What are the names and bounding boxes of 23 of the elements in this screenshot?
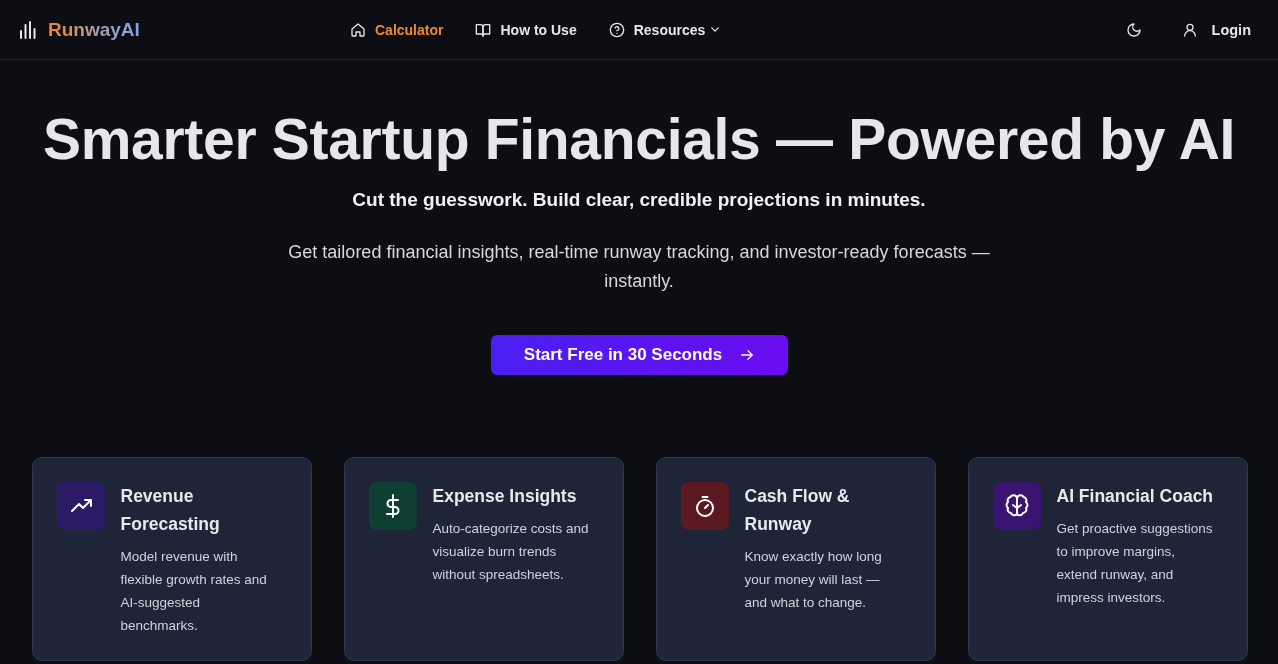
help-icon: [608, 21, 625, 38]
hero-headline: Smarter Startup Financials — Powered by AI: [42, 106, 1236, 173]
start-free-button[interactable]: Start Free in 30 Seconds: [490, 335, 788, 376]
user-icon: [1181, 21, 1198, 38]
feature-title: AI Financial Coach: [1056, 485, 1215, 509]
feature-description: Model revenue with flexible growth rates and AI-suggested benchmarks.: [120, 548, 268, 636]
feature-description: Know exactly how long your money will last — and what to change.: [744, 548, 883, 613]
feature-title: Revenue Forecasting: [120, 485, 221, 537]
hero-subtitle: Cut the guesswork. Build clear, credible projections in minutes.: [352, 188, 926, 213]
nav-link[interactable]: Calculator: [350, 17, 444, 42]
feature-description: Get proactive suggestions to improve margins, extend runway, and impress investors.: [1056, 520, 1214, 608]
feature-description: Auto-categorize costs and visualize burn trends without spreadsheets.: [432, 520, 590, 585]
feature-title: Expense Insights: [432, 485, 578, 509]
moon-icon: [1125, 21, 1142, 38]
bar-chart-logo-icon: [20, 20, 36, 39]
feature-title: Cash Flow & Runway: [744, 485, 851, 537]
open-book-icon: [475, 21, 492, 38]
nav-link[interactable]: How to Use: [475, 17, 577, 42]
home-icon: [350, 21, 366, 38]
nav-link[interactable]: Resources: [608, 17, 720, 42]
hero-description: Get tailored financial insights, real-time runway tracking, and investor-ready forecasts — instantly.: [287, 241, 991, 294]
login-button[interactable]: Login: [1177, 17, 1258, 42]
arrow-right-icon: [740, 348, 755, 363]
